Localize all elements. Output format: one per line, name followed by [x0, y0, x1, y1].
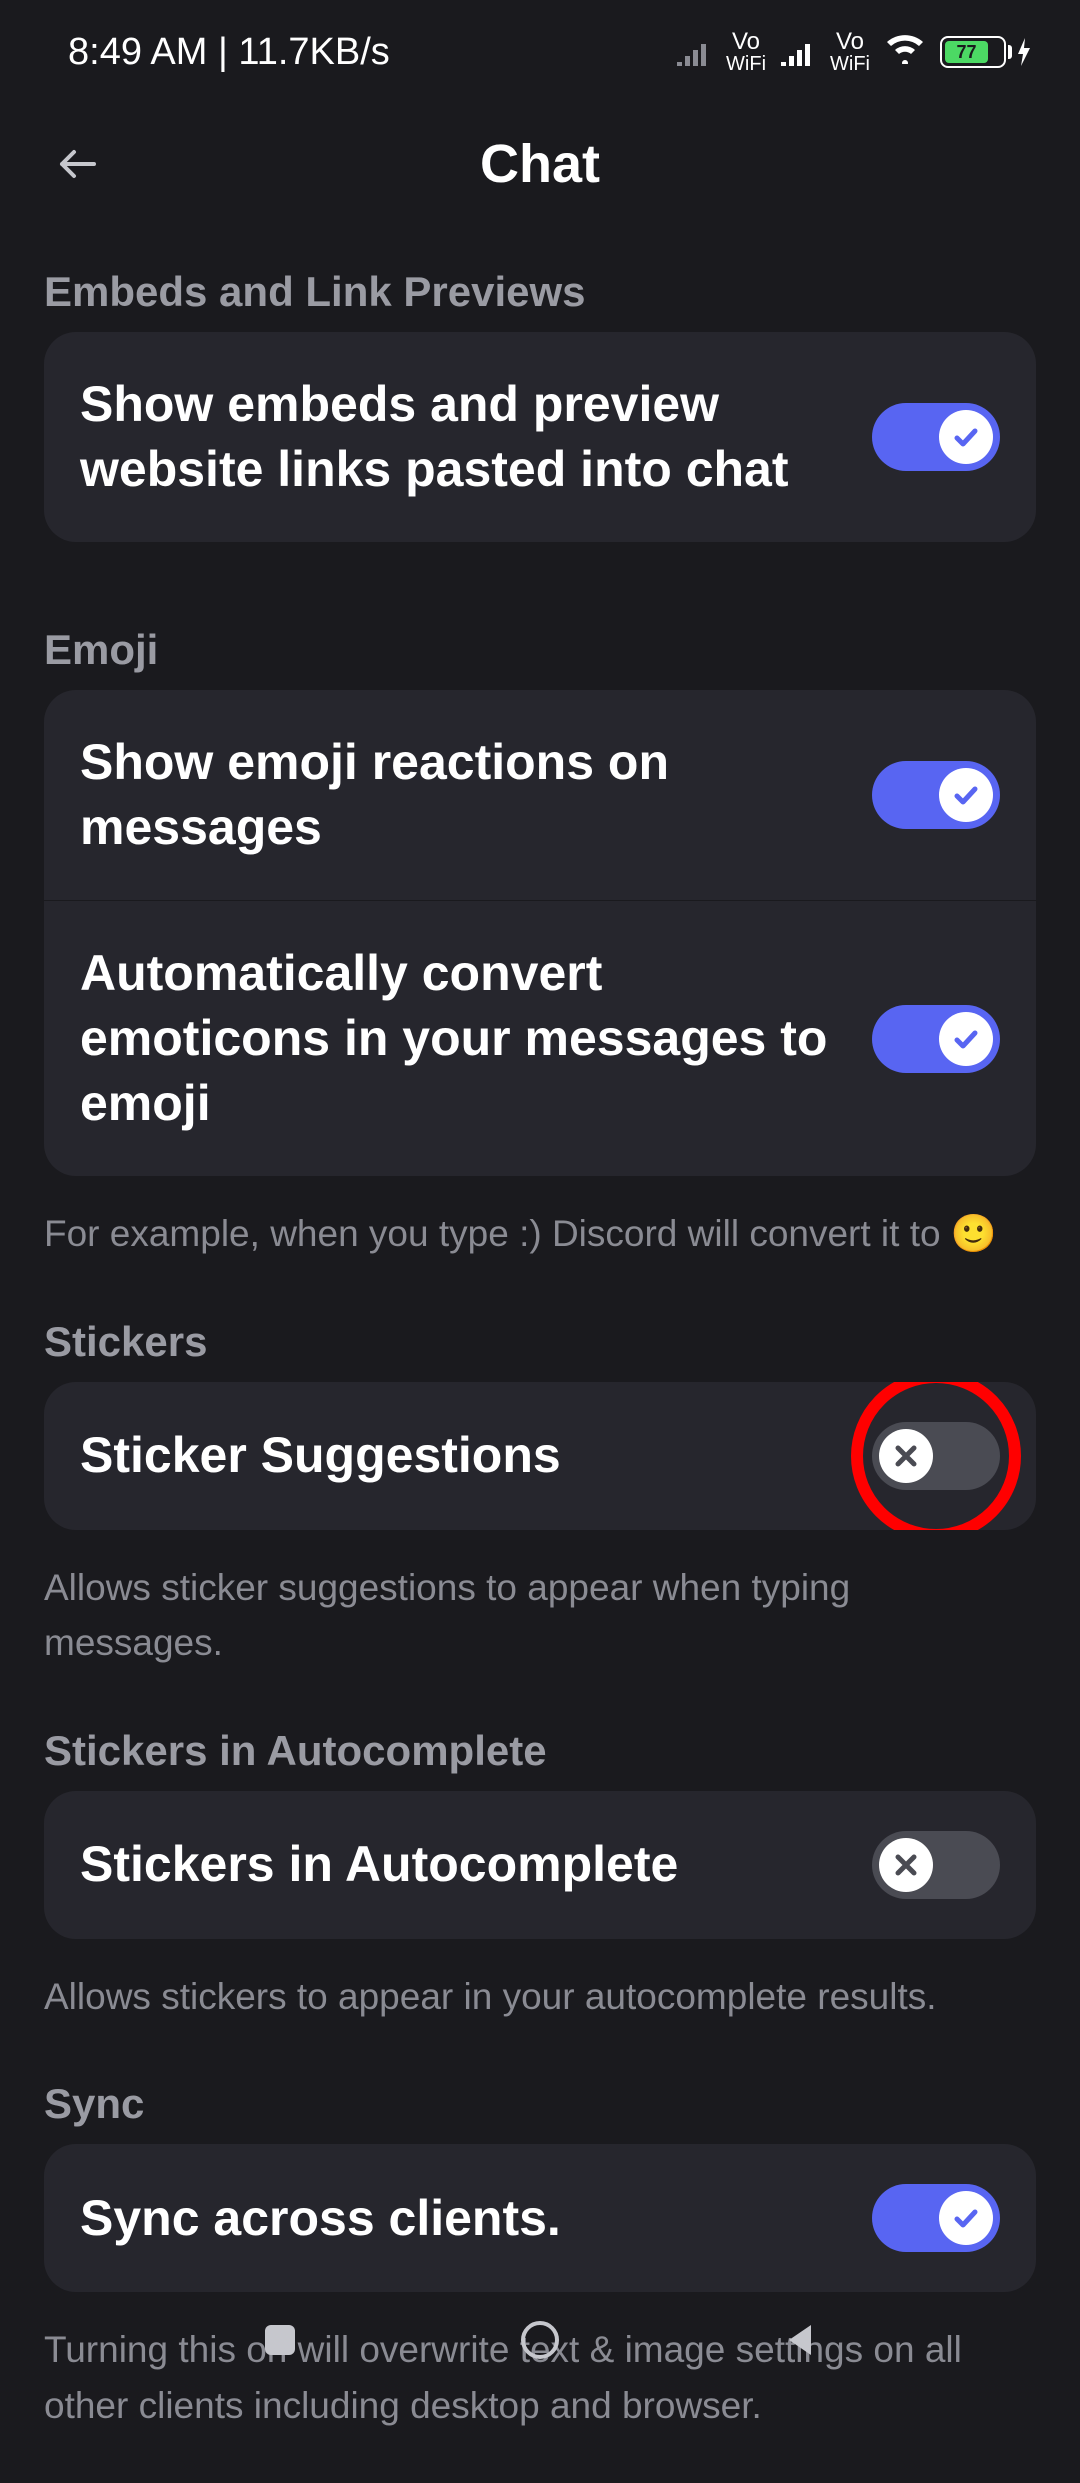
status-left: 8:49 AM | 11.7KB/s — [68, 31, 390, 74]
circle-icon — [518, 2318, 562, 2362]
card-embeds: Show embeds and preview website links pa… — [44, 332, 1036, 542]
vo-wifi-label-2: Vo WiFi — [830, 30, 870, 74]
row-embeds[interactable]: Show embeds and preview website links pa… — [44, 332, 1036, 542]
back-arrow-icon — [54, 140, 102, 188]
card-sync: Sync across clients. — [44, 2144, 1036, 2292]
status-time: 8:49 AM — [68, 31, 207, 73]
row-sync[interactable]: Sync across clients. — [44, 2144, 1036, 2292]
card-stickers-ac: Stickers in Autocomplete — [44, 1791, 1036, 1939]
section-header-stickers-ac: Stickers in Autocomplete — [44, 1721, 1036, 1791]
section-header-sync: Sync — [44, 2074, 1036, 2144]
toggle-sticker-suggestions[interactable] — [872, 1422, 1000, 1490]
row-stickers-ac[interactable]: Stickers in Autocomplete — [44, 1791, 1036, 1939]
page-title: Chat — [480, 133, 600, 195]
toggle-knob — [879, 1429, 933, 1483]
row-sticker-suggestions[interactable]: Sticker Suggestions — [44, 1382, 1036, 1530]
nav-recent-button[interactable] — [250, 2310, 310, 2370]
signal-icon-2 — [780, 38, 812, 66]
check-icon — [952, 423, 980, 451]
wifi-icon — [884, 31, 926, 74]
toggle-knob — [939, 410, 993, 464]
row-label: Sync across clients. — [80, 2186, 842, 2251]
card-emoji: Show emoji reactions on messages Automat… — [44, 690, 1036, 1176]
toggle-sync[interactable] — [872, 2184, 1000, 2252]
toggle-knob — [939, 2191, 993, 2245]
toggle-emoji-convert[interactable] — [872, 1005, 1000, 1073]
toggle-knob — [939, 1012, 993, 1066]
helper-emoji: For example, when you type :) Discord wi… — [44, 1176, 1036, 1312]
check-icon — [952, 781, 980, 809]
row-label: Show emoji reactions on messages — [80, 730, 842, 860]
row-label: Automatically convert emoticons in your … — [80, 941, 842, 1136]
app-bar: Chat — [0, 94, 1080, 244]
toggle-embeds[interactable] — [872, 403, 1000, 471]
card-stickers: Sticker Suggestions — [44, 1382, 1036, 1530]
row-label: Stickers in Autocomplete — [80, 1832, 842, 1897]
x-icon — [893, 1443, 919, 1469]
battery-icon: 77 — [940, 36, 1032, 68]
signal-icon-1 — [676, 38, 708, 66]
content: Embeds and Link Previews Show embeds and… — [0, 244, 1080, 2483]
x-icon — [893, 1852, 919, 1878]
back-button[interactable] — [48, 134, 108, 194]
check-icon — [952, 1025, 980, 1053]
section-header-embeds: Embeds and Link Previews — [44, 244, 1036, 332]
toggle-knob — [939, 768, 993, 822]
section-header-emoji: Emoji — [44, 602, 1036, 690]
row-emoji-reactions[interactable]: Show emoji reactions on messages — [44, 690, 1036, 900]
triangle-back-icon — [781, 2321, 819, 2359]
row-label: Show embeds and preview website links pa… — [80, 372, 842, 502]
row-label: Sticker Suggestions — [80, 1423, 842, 1488]
status-right: Vo WiFi Vo WiFi 77 — [676, 30, 1032, 74]
status-bar: 8:49 AM | 11.7KB/s Vo WiFi Vo WiFi 77 — [0, 0, 1080, 94]
toggle-knob — [879, 1838, 933, 1892]
helper-stickers: Allows sticker suggestions to appear whe… — [44, 1530, 1036, 1721]
vo-wifi-label-1: Vo WiFi — [726, 30, 766, 74]
square-icon — [261, 2321, 299, 2359]
helper-stickers-ac: Allows stickers to appear in your autoco… — [44, 1939, 1036, 2075]
section-header-stickers: Stickers — [44, 1312, 1036, 1382]
system-nav-bar — [0, 2280, 1080, 2400]
toggle-emoji-reactions[interactable] — [872, 761, 1000, 829]
status-data-rate: 11.7KB/s — [238, 31, 389, 73]
row-emoji-convert[interactable]: Automatically convert emoticons in your … — [44, 901, 1036, 1176]
check-icon — [952, 2204, 980, 2232]
toggle-stickers-ac[interactable] — [872, 1831, 1000, 1899]
nav-back-button[interactable] — [770, 2310, 830, 2370]
nav-home-button[interactable] — [510, 2310, 570, 2370]
